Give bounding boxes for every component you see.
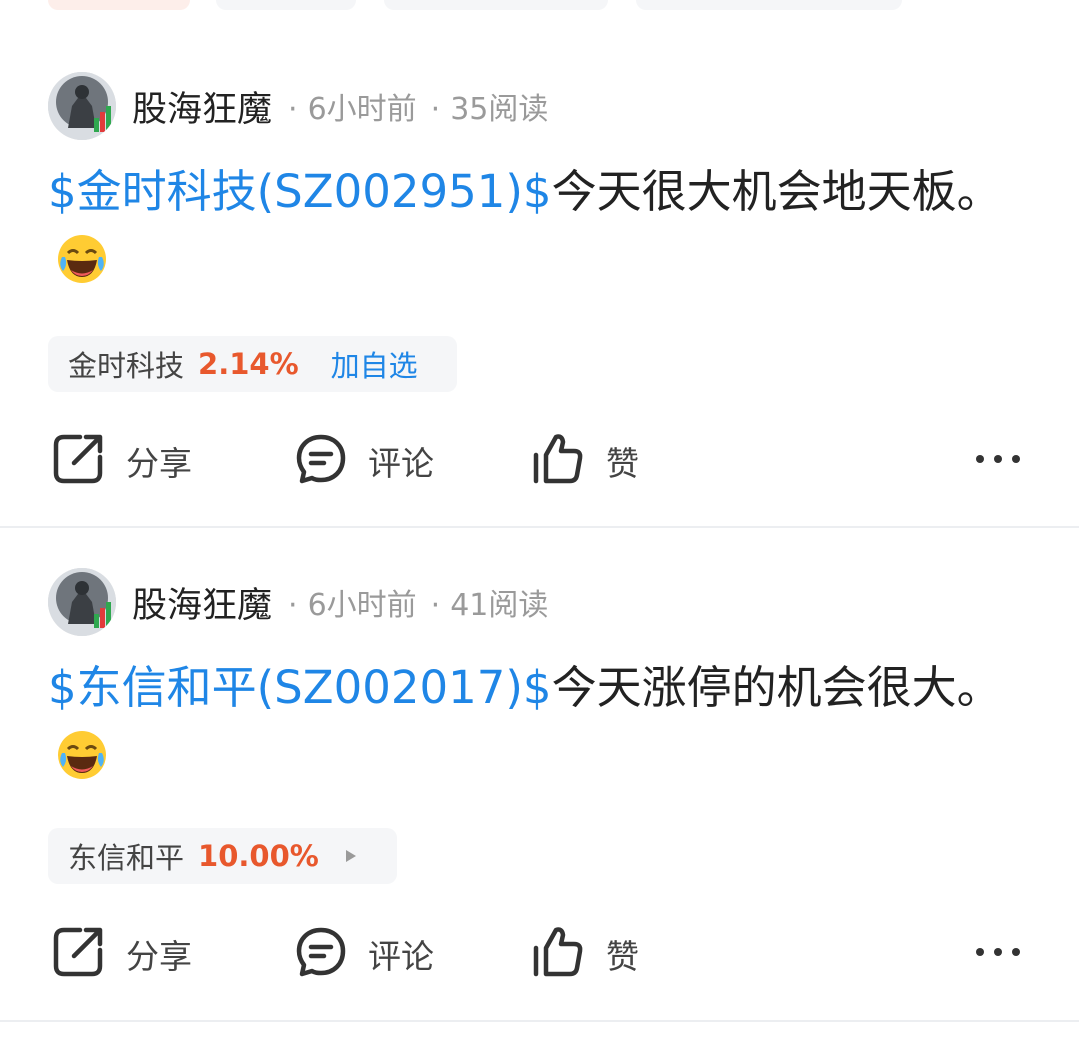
avatar[interactable] bbox=[48, 72, 116, 140]
like-button[interactable]: 赞 bbox=[530, 922, 639, 986]
thumbs-up-icon bbox=[530, 431, 586, 491]
share-label: 分享 bbox=[126, 937, 192, 976]
comment-button[interactable]: 评论 bbox=[294, 429, 434, 493]
post-time: 6小时前 bbox=[307, 588, 417, 623]
top-filter-tabs bbox=[0, 0, 1079, 12]
more-button[interactable] bbox=[974, 922, 1022, 986]
thumbs-up-icon bbox=[530, 924, 586, 984]
read-count: 35阅读 bbox=[450, 92, 549, 127]
more-button[interactable] bbox=[974, 429, 1022, 493]
more-icon bbox=[974, 944, 1022, 964]
filter-tab-3[interactable] bbox=[384, 0, 608, 10]
avatar[interactable] bbox=[48, 568, 116, 636]
author-name[interactable]: 股海狂魔 bbox=[132, 81, 272, 132]
post-content[interactable]: $金时科技(SZ002951)$今天很大机会地天板。 bbox=[48, 158, 1008, 304]
filter-tab-1[interactable] bbox=[48, 0, 190, 10]
more-icon bbox=[974, 451, 1022, 471]
comment-button[interactable]: 评论 bbox=[294, 922, 434, 986]
stock-chip[interactable]: 金时科技 2.14% 加自选 bbox=[48, 336, 457, 392]
comment-label: 评论 bbox=[368, 444, 434, 483]
share-label: 分享 bbox=[126, 444, 192, 483]
post-meta: · 6小时前 · 35阅读 bbox=[288, 92, 549, 127]
laughing-tears-emoji bbox=[56, 233, 108, 304]
comment-icon bbox=[294, 925, 348, 983]
post-divider bbox=[0, 526, 1079, 528]
post-content[interactable]: $东信和平(SZ002017)$今天涨停的机会很大。 bbox=[48, 654, 1008, 800]
post-header: 股海狂魔 · 6小时前 · 41阅读 bbox=[48, 568, 548, 636]
stock-change: 2.14% bbox=[198, 347, 299, 381]
stock-link[interactable]: $金时科技(SZ002951)$ bbox=[48, 165, 552, 218]
author-name[interactable]: 股海狂魔 bbox=[132, 577, 272, 628]
share-icon bbox=[50, 431, 106, 491]
comment-icon bbox=[294, 432, 348, 490]
share-button[interactable]: 分享 bbox=[50, 429, 192, 493]
post-header: 股海狂魔 · 6小时前 · 35阅读 bbox=[48, 72, 548, 140]
post-actions: 分享 评论 赞 bbox=[0, 429, 1079, 493]
comment-label: 评论 bbox=[368, 937, 434, 976]
share-button[interactable]: 分享 bbox=[50, 922, 192, 986]
chevron-right-icon bbox=[345, 849, 357, 863]
stock-link[interactable]: $东信和平(SZ002017)$ bbox=[48, 661, 552, 714]
stock-chip[interactable]: 东信和平 10.00% bbox=[48, 828, 397, 884]
like-label: 赞 bbox=[606, 444, 639, 483]
share-icon bbox=[50, 924, 106, 984]
post-text: 今天涨停的机会很大。 bbox=[551, 661, 1002, 714]
read-count: 41阅读 bbox=[450, 588, 549, 623]
filter-tab-2[interactable] bbox=[216, 0, 356, 10]
post-meta: · 6小时前 · 41阅读 bbox=[288, 588, 549, 623]
post-time: 6小时前 bbox=[307, 92, 417, 127]
stock-name: 东信和平 bbox=[68, 841, 185, 875]
add-to-watchlist-button[interactable]: 加自选 bbox=[331, 343, 418, 385]
post-divider bbox=[0, 1020, 1079, 1022]
filter-tab-4[interactable] bbox=[636, 0, 902, 10]
laughing-tears-emoji bbox=[56, 729, 108, 800]
stock-change: 10.00% bbox=[198, 839, 319, 873]
stock-name: 金时科技 bbox=[68, 349, 185, 383]
post-text: 今天很大机会地天板。 bbox=[551, 165, 1002, 218]
like-label: 赞 bbox=[606, 937, 639, 976]
like-button[interactable]: 赞 bbox=[530, 429, 639, 493]
post-actions: 分享 评论 赞 bbox=[0, 922, 1079, 986]
